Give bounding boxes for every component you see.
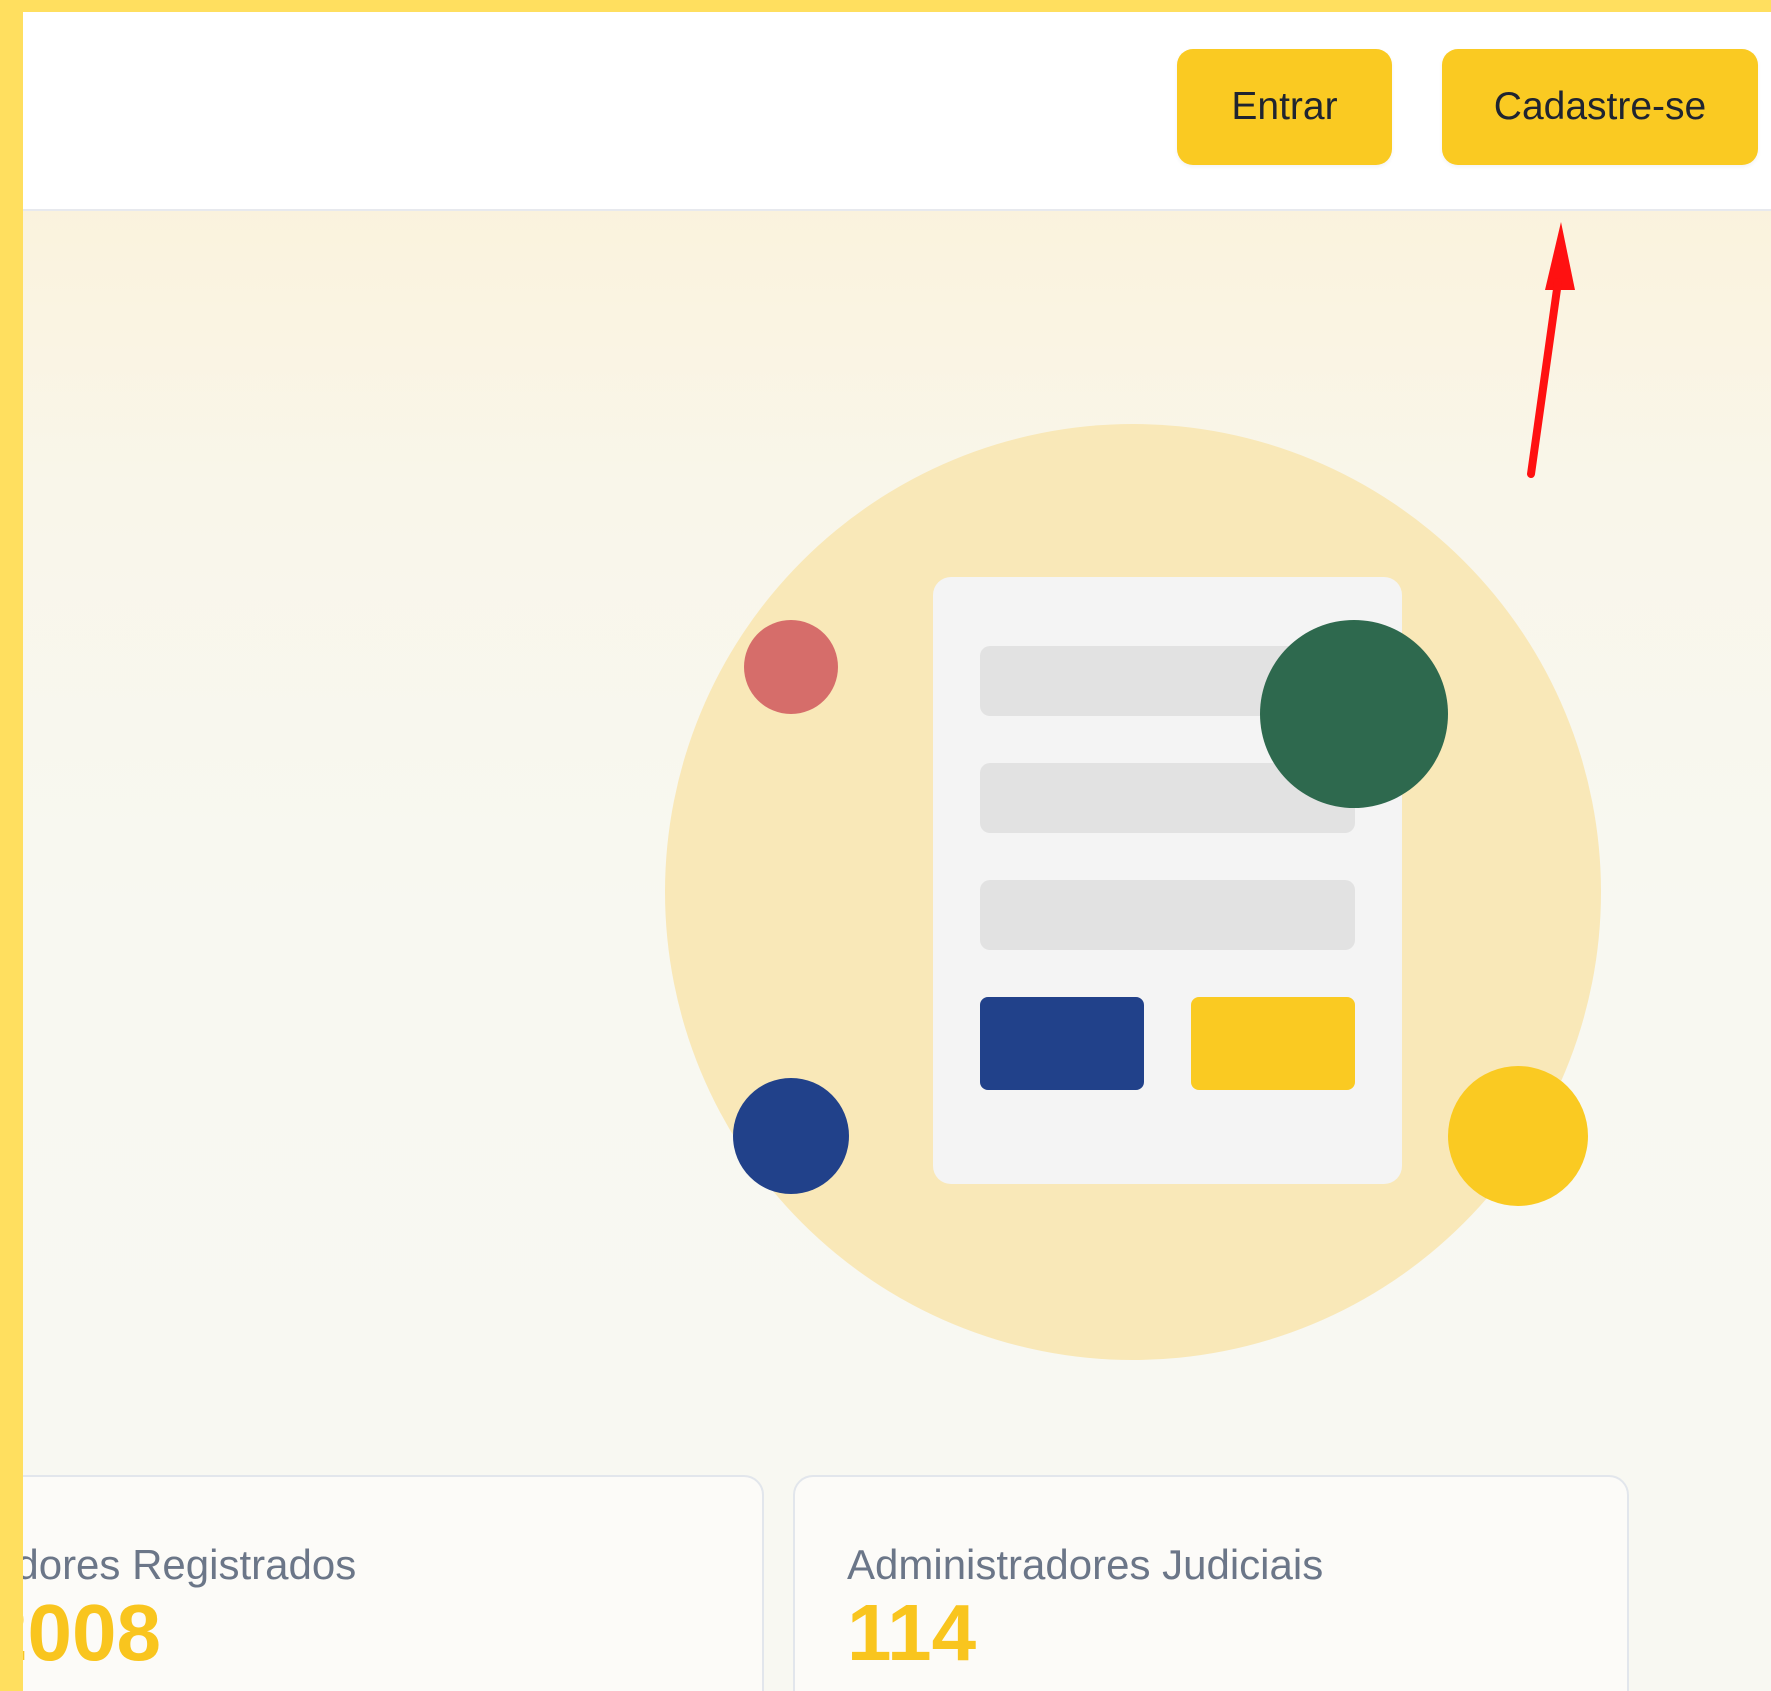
stat-value-administrators: 114 [847, 1588, 977, 1677]
stat-card-registered: edores Registrados 2008 [23, 1475, 764, 1691]
register-button[interactable]: Cadastre-se [1442, 49, 1758, 165]
login-button[interactable]: Entrar [1177, 49, 1392, 165]
navy-dot-icon [733, 1078, 849, 1194]
page-frame: Entrar Cadastre-se edores Registrados 20… [23, 12, 1771, 1691]
yellow-dot-icon [1448, 1066, 1588, 1206]
form-line-3 [980, 880, 1355, 950]
stat-label-registered: edores Registrados [23, 1541, 357, 1588]
green-dot-icon [1260, 620, 1448, 808]
form-yellow-button-shape [1191, 997, 1355, 1090]
form-illustration-icon [665, 424, 1601, 1360]
coral-dot-icon [744, 620, 838, 714]
form-navy-button-shape [980, 997, 1144, 1090]
stat-label-administrators: Administradores Judiciais [847, 1541, 1324, 1588]
stat-value-registered: 2008 [23, 1588, 161, 1677]
stat-card-administrators: Administradores Judiciais 114 [793, 1475, 1629, 1691]
top-header: Entrar Cadastre-se [23, 12, 1771, 211]
